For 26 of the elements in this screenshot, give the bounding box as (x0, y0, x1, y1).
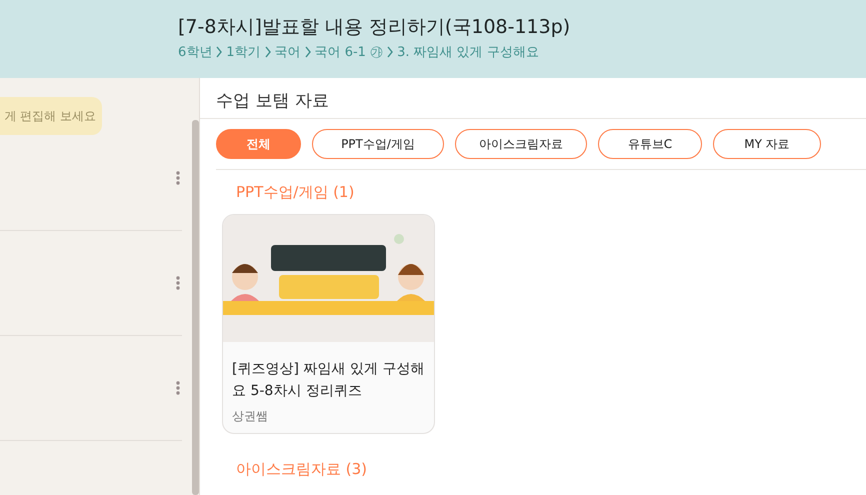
chevron-icon (304, 46, 311, 58)
breadcrumb-link[interactable]: 1학기 (226, 43, 261, 61)
filter-tab[interactable]: 아이스크림자료 (455, 129, 587, 159)
breadcrumb-link[interactable]: 3. 짜임새 있게 구성해요 (397, 43, 539, 61)
scrollbar-thumb[interactable] (192, 120, 199, 495)
section-heading: PPT수업/게임 (1) (236, 183, 356, 202)
filter-tab[interactable]: 전체 (216, 129, 301, 159)
chevron-icon (264, 46, 271, 58)
breadcrumb-link[interactable]: 국어 6-1 ㉮ (314, 43, 384, 61)
more-options-icon[interactable] (176, 381, 180, 395)
material-card[interactable]: [퀴즈영상] 짜임새 있게 구성해요 5-8차시 정리퀴즈 상권쌤 (222, 214, 435, 434)
chevron-icon (216, 46, 222, 58)
more-options-icon[interactable] (176, 276, 180, 290)
lesson-title: [7-8차시]발표할 내용 정리하기(국108-113p) (178, 15, 572, 40)
section-heading: 아이스크림자료 (3) (236, 460, 368, 479)
more-options-icon[interactable] (176, 171, 180, 185)
breadcrumb-link[interactable]: 6학년 (178, 43, 212, 61)
edit-hint-tooltip: 게 편집해 보세요 (0, 97, 102, 135)
card-author: 상권쌤 (232, 408, 269, 425)
filter-tab[interactable]: PPT수업/게임 (312, 129, 444, 159)
chevron-icon (387, 46, 394, 58)
filter-tab[interactable]: MY 자료 (713, 129, 821, 159)
breadcrumb-link[interactable]: 국어 (274, 43, 301, 61)
panel-title: 수업 보탬 자료 (200, 78, 866, 119)
filter-tab[interactable]: 유튜브C (598, 129, 702, 159)
card-title: [퀴즈영상] 짜임새 있게 구성해요 5-8차시 정리퀴즈 (232, 360, 426, 401)
